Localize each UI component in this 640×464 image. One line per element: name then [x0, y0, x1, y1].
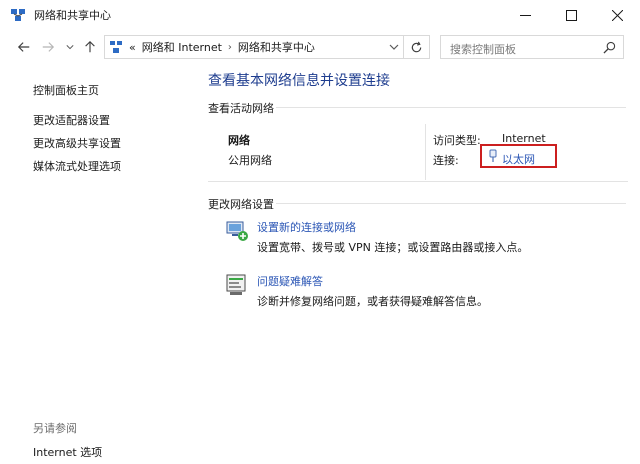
refresh-button[interactable] [404, 35, 430, 59]
chevron-down-icon [66, 45, 74, 50]
breadcrumb-overflow[interactable]: « [129, 41, 136, 54]
navigation-bar: « 网络和 Internet › 网络和共享中心 搜索控制面板 [0, 30, 640, 64]
new-connection-link[interactable]: 设置新的连接或网络 [257, 219, 356, 235]
troubleshoot-link[interactable]: 问题疑难解答 [257, 273, 323, 289]
minimize-button[interactable] [502, 0, 548, 30]
window-title: 网络和共享中心 [34, 9, 111, 22]
connections-label: 连接: [433, 154, 459, 167]
troubleshoot-icon [226, 274, 246, 295]
network-name: 网络 [228, 134, 250, 147]
divider [276, 203, 626, 204]
chevron-right-icon: › [227, 41, 232, 53]
see-also-heading: 另请参阅 [33, 422, 77, 435]
breadcrumb-network-sharing-center[interactable]: 网络和共享中心 [238, 39, 315, 55]
chevron-down-icon[interactable] [389, 42, 399, 52]
ethernet-connection-link[interactable]: 以太网 [502, 151, 535, 167]
refresh-icon [411, 41, 422, 52]
active-networks-heading: 查看活动网络 [208, 102, 274, 115]
new-connection-icon [226, 221, 248, 241]
close-button[interactable] [594, 0, 640, 30]
sidebar-item-control-panel-home[interactable]: 控制面板主页 [33, 82, 99, 98]
control-panel-icon [109, 40, 123, 54]
new-connection-description: 设置宽带、拨号或 VPN 连接；或设置路由器或接入点。 [257, 241, 529, 254]
left-pane: 控制面板主页 更改适配器设置 更改高级共享设置 媒体流式处理选项 另请参阅 In… [0, 64, 194, 464]
address-bar[interactable]: « 网络和 Internet › 网络和共享中心 [104, 35, 404, 59]
access-type-label: 访问类型: [433, 134, 481, 147]
forward-button[interactable] [40, 39, 56, 55]
active-network-panel: 网络 公用网络 访问类型: Internet 连接: 以太网 [208, 116, 628, 182]
network-center-icon [10, 7, 26, 23]
sidebar-item-internet-options[interactable]: Internet 选项 [33, 444, 102, 460]
search-input[interactable]: 搜索控制面板 [450, 41, 516, 57]
change-settings-heading: 更改网络设置 [208, 198, 274, 211]
sidebar-item-adapter-settings[interactable]: 更改适配器设置 [33, 112, 110, 128]
breadcrumb-network-internet[interactable]: 网络和 Internet [142, 39, 222, 55]
sidebar-item-media-streaming[interactable]: 媒体流式处理选项 [33, 158, 121, 174]
divider [276, 107, 626, 108]
main-content: 查看基本网络信息并设置连接 查看活动网络 网络 公用网络 访问类型: Inter… [194, 64, 640, 464]
page-title: 查看基本网络信息并设置连接 [208, 73, 390, 89]
sidebar-item-advanced-sharing[interactable]: 更改高级共享设置 [33, 135, 121, 151]
troubleshoot-description: 诊断并修复网络问题，或者获得疑难解答信息。 [257, 295, 488, 308]
arrow-right-icon [42, 42, 55, 52]
back-button[interactable] [16, 39, 32, 55]
search-icon[interactable] [603, 41, 616, 54]
task-new-connection: 设置新的连接或网络 设置宽带、拨号或 VPN 连接；或设置路由器或接入点。 [224, 216, 624, 256]
search-box[interactable]: 搜索控制面板 [440, 35, 624, 59]
arrow-left-icon [17, 42, 30, 52]
divider [425, 124, 426, 180]
up-button[interactable] [82, 39, 98, 55]
highlight-box: 以太网 [480, 144, 557, 168]
network-profile-link[interactable]: 公用网络 [228, 152, 272, 168]
title-bar: 网络和共享中心 [0, 0, 640, 30]
maximize-button[interactable] [548, 0, 594, 30]
arrow-up-icon [85, 40, 95, 53]
task-troubleshoot: 问题疑难解答 诊断并修复网络问题，或者获得疑难解答信息。 [224, 270, 624, 310]
ethernet-icon [489, 149, 497, 162]
recent-locations-button[interactable] [62, 39, 78, 55]
